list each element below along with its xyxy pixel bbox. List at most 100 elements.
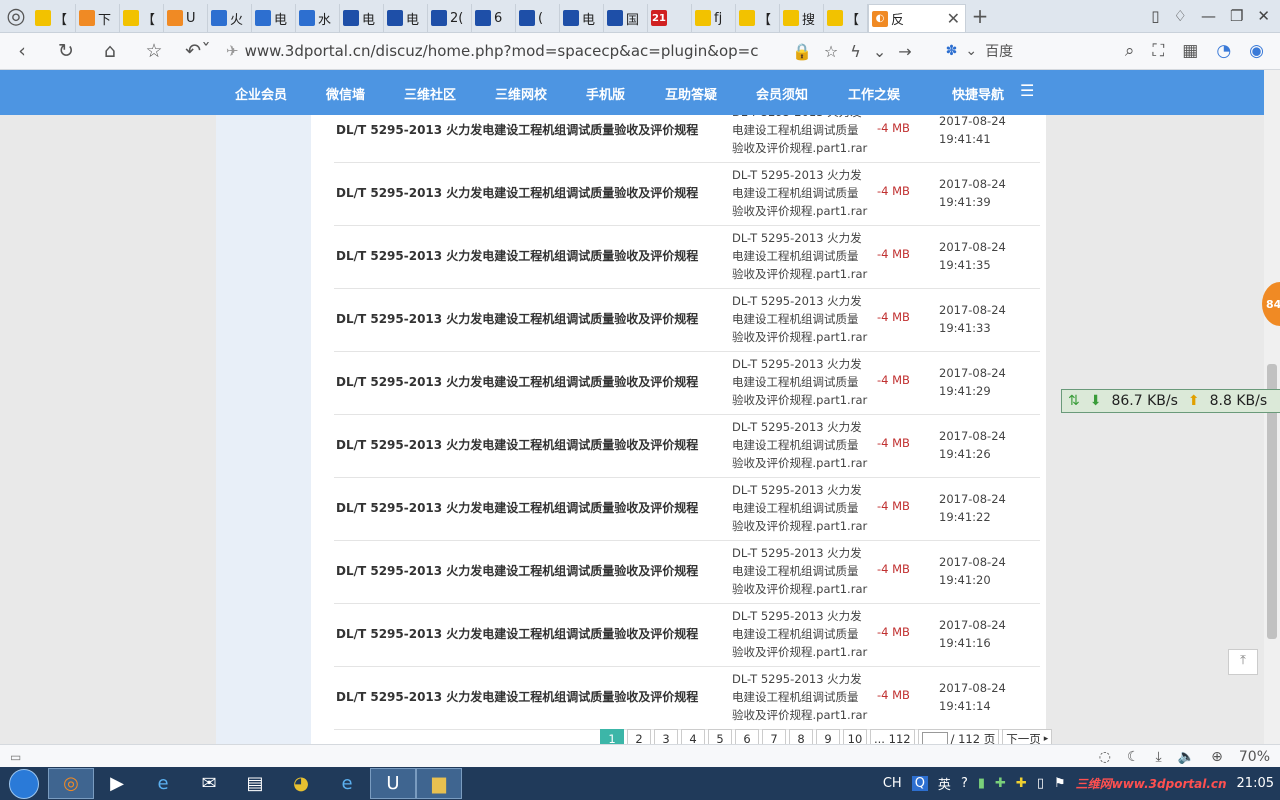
nav-work-fun[interactable]: 工作之娱 (848, 84, 900, 103)
nav-qa[interactable]: 互助答疑 (665, 84, 717, 103)
page-button[interactable]: ... 112 (870, 729, 915, 744)
tab-9[interactable]: 2( (428, 4, 472, 32)
row-filename[interactable]: DL-T 5295-2013 火力发电建设工程机组调试质量验收及评价规程.par… (732, 292, 872, 346)
row-filename[interactable]: DL-T 5295-2013 火力发电建设工程机组调试质量验收及评价规程.par… (732, 670, 872, 724)
nav-3d-school[interactable]: 三维网校 (495, 84, 547, 103)
minimize-icon[interactable]: — (1201, 7, 1216, 25)
row-filename[interactable]: DL-T 5295-2013 火力发电建设工程机组调试质量验收及评价规程.par… (732, 355, 872, 409)
close-window-icon[interactable]: ✕ (1257, 7, 1270, 25)
nav-enterprise-member[interactable]: 企业会员 (235, 84, 287, 103)
tab-15[interactable]: fj (692, 4, 736, 32)
taskbar-app-icon[interactable]: ▤ (232, 768, 278, 799)
search-engine-box[interactable]: ✽ ⌄ 百度 (946, 41, 1096, 61)
night-mode-icon[interactable]: ☾ (1127, 749, 1140, 765)
tab-8[interactable]: 电 (384, 4, 428, 32)
row-filename[interactable]: DL-T 5295-2013 火力发电建设工程机组调试质量验收及评价规程.par… (732, 418, 872, 472)
page-button[interactable]: 8 (789, 729, 813, 744)
zoom-level[interactable]: 70% (1239, 749, 1270, 765)
row-filename[interactable]: DL-T 5295-2013 火力发电建设工程机组调试质量验收及评价规程.par… (732, 481, 872, 535)
tab-0[interactable]: 【 (32, 4, 76, 32)
page-button[interactable]: 2 (627, 729, 651, 744)
tab-1[interactable]: 下 (76, 4, 120, 32)
taskbar-active-app-icon[interactable]: U (370, 768, 416, 799)
page-button[interactable]: 5 (708, 729, 732, 744)
row-title-link[interactable]: DL/T 5295-2013 火力发电建设工程机组调试质量验收及评价规程 (336, 562, 698, 579)
lock-icon[interactable]: 🔒 (792, 42, 812, 61)
nav-wechat-wall[interactable]: 微信墙 (326, 84, 365, 103)
nav-3d-community[interactable]: 三维社区 (404, 84, 456, 103)
tab-10[interactable]: 6 (472, 4, 516, 32)
nav-member-notice[interactable]: 会员须知 (756, 84, 808, 103)
tab-13[interactable]: 国 (604, 4, 648, 32)
tab-6[interactable]: 水 (296, 4, 340, 32)
row-title-link[interactable]: DL/T 5295-2013 火力发电建设工程机组调试质量验收及评价规程 (336, 247, 698, 264)
tab-7[interactable]: 电 (340, 4, 384, 32)
row-title-link[interactable]: DL/T 5295-2013 火力发电建设工程机组调试质量验收及评价规程 (336, 121, 698, 138)
action-center-icon[interactable]: ⚑ (1054, 776, 1066, 791)
ime-q-icon[interactable]: Q (911, 776, 928, 791)
row-title-link[interactable]: DL/T 5295-2013 火力发电建设工程机组调试质量验收及评价规程 (336, 310, 698, 327)
row-title-link[interactable]: DL/T 5295-2013 火力发电建设工程机组调试质量验收及评价规程 (336, 373, 698, 390)
sidebar-toggle-icon[interactable]: ▯ (1151, 7, 1159, 25)
menu-list-icon[interactable]: ☰ (1020, 81, 1034, 100)
back-to-top-button[interactable]: ⤒ (1228, 649, 1258, 675)
favorite-star-icon[interactable]: ☆ (132, 40, 176, 62)
page-button[interactable]: 4 (681, 729, 705, 744)
tab-11[interactable]: ( (516, 4, 560, 32)
security-tray-icon[interactable]: ✚ (1016, 776, 1027, 791)
new-tab-button[interactable]: + (966, 4, 994, 28)
skin-icon[interactable]: ♢ (1174, 7, 1187, 25)
tab-active[interactable]: ◐ 反 ✕ (868, 4, 966, 32)
nav-mobile[interactable]: 手机版 (586, 84, 625, 103)
tab-17[interactable]: 搜 (780, 4, 824, 32)
row-title-link[interactable]: DL/T 5295-2013 火力发电建设工程机组调试质量验收及评价规程 (336, 688, 698, 705)
zoom-icon[interactable]: ⊕ (1211, 749, 1223, 765)
row-filename[interactable]: DL-T 5295-2013 火力发电建设工程机组调试质量验收及评价规程.par… (732, 166, 872, 220)
tab-5[interactable]: 电 (252, 4, 296, 32)
close-tab-icon[interactable]: ✕ (947, 9, 962, 28)
taskbar-chrome-icon[interactable]: ◕ (278, 768, 324, 799)
battery-icon[interactable]: ▮ (978, 776, 985, 791)
row-title-link[interactable]: DL/T 5295-2013 火力发电建设工程机组调试质量验收及评价规程 (336, 625, 698, 642)
taskbar-mail-icon[interactable]: ✉ (186, 768, 232, 799)
speed-mode-icon[interactable]: ϟ (850, 42, 861, 61)
back-icon[interactable]: ‹ (0, 40, 44, 62)
page-button[interactable]: 1 (600, 729, 624, 744)
screenshot-icon[interactable]: ⛶ (1152, 41, 1164, 61)
search-icon[interactable]: ⌕ (1125, 41, 1135, 61)
help-icon[interactable]: ? (961, 776, 968, 791)
browser-logo-icon[interactable]: ◎ (0, 0, 32, 32)
download-manager-icon[interactable]: ⤓ (1156, 749, 1162, 765)
phone-tray-icon[interactable]: ▯ (1037, 776, 1044, 791)
home-icon[interactable]: ⌂ (88, 40, 132, 62)
chevron-down-icon[interactable]: ⌄ (873, 42, 886, 61)
ime-indicator[interactable]: CH (883, 776, 902, 791)
restore-icon[interactable]: ❐ (1230, 7, 1243, 25)
tab-14[interactable]: 21 (648, 4, 692, 32)
tab-18[interactable]: 【 (824, 4, 868, 32)
taskbar-ie2-icon[interactable]: e (324, 768, 370, 799)
extension-icon-2[interactable]: ◉ (1249, 41, 1264, 61)
volume-icon[interactable]: 🔈 (1178, 749, 1195, 765)
page-button[interactable]: 9 (816, 729, 840, 744)
network-tray-icon[interactable]: ✚ (995, 776, 1006, 791)
page-button[interactable]: 10 (843, 729, 867, 744)
undo-icon[interactable]: ↶ˇ (176, 40, 220, 62)
clock[interactable]: 21:05 (1237, 776, 1274, 791)
row-filename[interactable]: DL-T 5295-2013 火力发电建设工程机组调试质量验收及评价规程.par… (732, 544, 872, 598)
ime-lang[interactable]: 英 (938, 774, 951, 793)
page-jump[interactable]: / 112 页 (917, 729, 1000, 744)
bookmark-star-icon[interactable]: ☆ (824, 42, 838, 61)
page-button[interactable]: 3 (654, 729, 678, 744)
tab-12[interactable]: 电 (560, 4, 604, 32)
page-button[interactable]: 7 (762, 729, 786, 744)
refresh-icon[interactable]: ↻ (44, 40, 88, 62)
row-title-link[interactable]: DL/T 5295-2013 火力发电建设工程机组调试质量验收及评价规程 (336, 499, 698, 516)
taskbar-explorer-icon[interactable]: ▆ (416, 768, 462, 799)
row-title-link[interactable]: DL/T 5295-2013 火力发电建设工程机组调试质量验收及评价规程 (336, 184, 698, 201)
taskbar-ie-icon[interactable]: e (140, 768, 186, 799)
nav-quick[interactable]: 快捷导航 (952, 84, 1004, 103)
taskbar-browser-icon[interactable]: ◎ (48, 768, 94, 799)
address-bar[interactable]: ✈ www.3dportal.cn/discuz/home.php?mod=sp… (226, 38, 786, 64)
row-title-link[interactable]: DL/T 5295-2013 火力发电建设工程机组调试质量验收及评价规程 (336, 436, 698, 453)
